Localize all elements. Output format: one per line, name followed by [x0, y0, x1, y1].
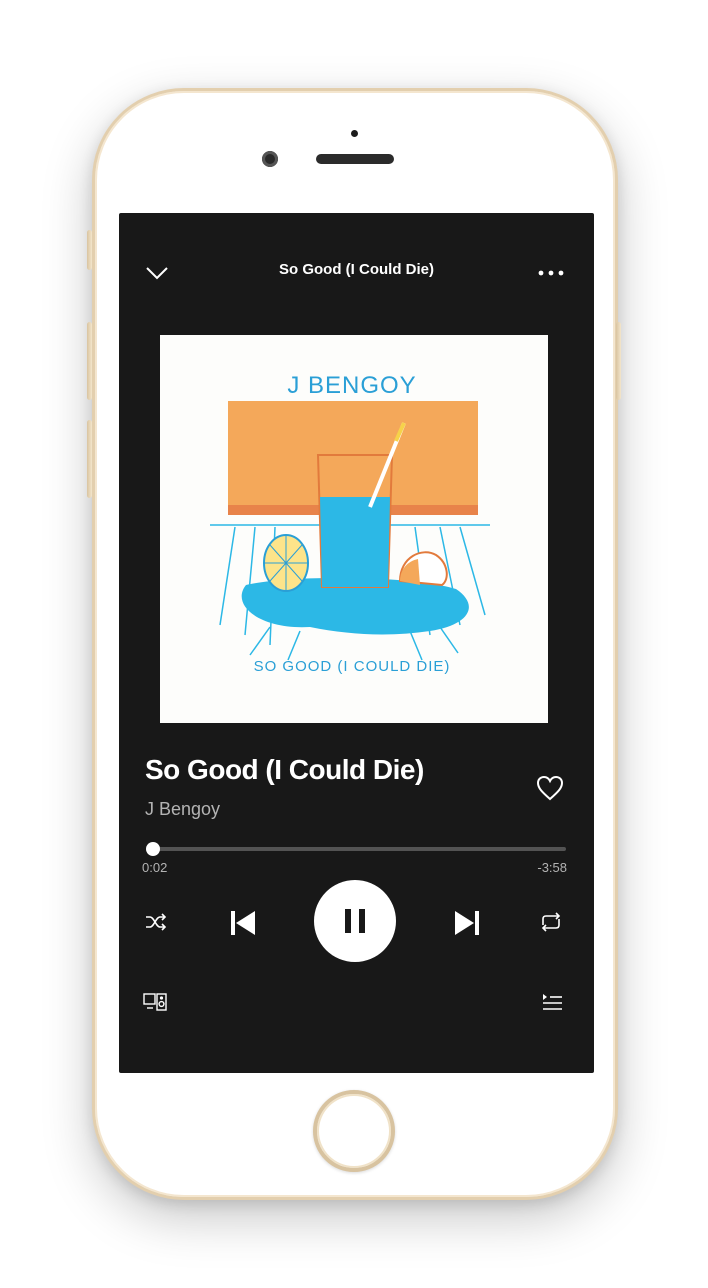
home-button[interactable]: [313, 1090, 395, 1172]
pause-icon[interactable]: [314, 880, 396, 962]
header-title: So Good (I Could Die): [279, 261, 434, 278]
queue-icon[interactable]: [536, 987, 568, 1017]
power-button: [616, 322, 621, 400]
album-art-title-lettering: SO GOOD (I COULD DIE): [254, 658, 451, 675]
shuffle-icon[interactable]: [141, 907, 171, 937]
heart-outline-icon[interactable]: [532, 770, 568, 806]
elapsed-time: 0:02: [142, 860, 168, 875]
volume-up-button: [87, 322, 92, 400]
progress-knob[interactable]: [146, 842, 161, 856]
more-dots-icon[interactable]: [533, 257, 569, 289]
now-playing-screen: So Good (I Could Die) J BENGOY SO GOOD (…: [119, 213, 594, 1073]
chevron-down-icon[interactable]: [141, 257, 173, 289]
progress-bar[interactable]: [146, 842, 566, 856]
volume-down-button: [87, 420, 92, 498]
album-art-artist-lettering: J BENGOY: [287, 372, 416, 399]
earpiece-speaker: [316, 154, 394, 164]
silent-switch: [87, 230, 92, 270]
front-camera: [262, 151, 278, 167]
repeat-icon[interactable]: [536, 907, 566, 937]
track-artist[interactable]: J Bengoy: [145, 799, 220, 820]
album-art: J BENGOY SO GOOD (I COULD DIE): [160, 335, 548, 723]
skip-next-icon[interactable]: [447, 903, 487, 943]
connect-devices-icon[interactable]: [139, 987, 171, 1017]
remaining-time: -3:58: [537, 860, 567, 875]
track-title: So Good (I Could Die): [145, 754, 424, 785]
proximity-sensor: [351, 130, 358, 137]
skip-previous-icon[interactable]: [223, 903, 263, 943]
